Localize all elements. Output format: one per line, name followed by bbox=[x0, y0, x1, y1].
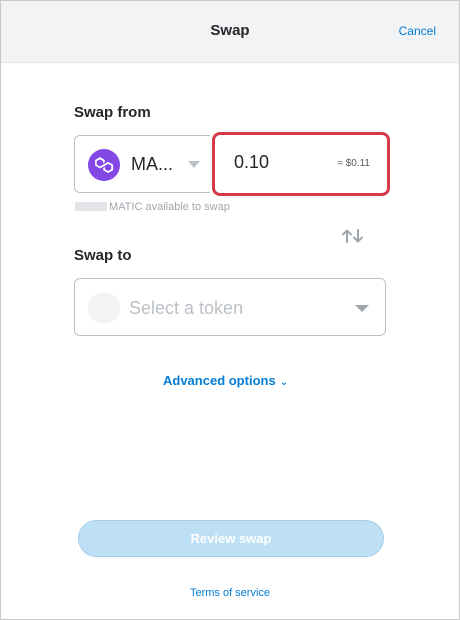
caret-down-icon bbox=[188, 161, 200, 168]
swap-to-placeholder: Select a token bbox=[129, 298, 244, 318]
cancel-link[interactable]: Cancel bbox=[399, 24, 436, 38]
caret-down-icon bbox=[355, 305, 369, 312]
terms-of-service-link[interactable]: Terms of service bbox=[1, 587, 459, 599]
balance-placeholder-bar bbox=[75, 202, 107, 211]
chevron-down-icon: ⌄ bbox=[279, 377, 289, 388]
swap-amount-value[interactable]: 0.10 bbox=[234, 152, 269, 173]
swap-amount-fiat-value: ≈ $0.11 bbox=[337, 158, 370, 169]
review-swap-button[interactable]: Review swap bbox=[78, 520, 384, 557]
polygon-matic-logo-icon bbox=[88, 149, 120, 181]
swap-window: Swap Cancel Swap from MA... 0.10 ≈ $0.11… bbox=[0, 0, 460, 620]
swap-amount-input[interactable]: 0.10 ≈ $0.11 bbox=[212, 132, 390, 196]
swap-direction-icon[interactable] bbox=[341, 228, 365, 249]
swap-from-token-symbol: MA... bbox=[131, 154, 174, 174]
advanced-options-toggle[interactable]: Advanced options ⌄ bbox=[163, 373, 288, 388]
swap-to-token-dropdown[interactable]: Select a token bbox=[74, 278, 386, 336]
swap-from-label: Swap from bbox=[74, 104, 151, 121]
token-placeholder-icon bbox=[88, 292, 120, 324]
swap-from-token-dropdown[interactable]: MA... bbox=[74, 135, 210, 193]
advanced-options-label: Advanced options bbox=[163, 373, 276, 388]
swap-header: Swap Cancel bbox=[1, 1, 459, 63]
page-title: Swap bbox=[210, 22, 250, 39]
balance-available-text: MATIC available to swap bbox=[109, 201, 230, 213]
swap-to-label: Swap to bbox=[74, 247, 132, 264]
